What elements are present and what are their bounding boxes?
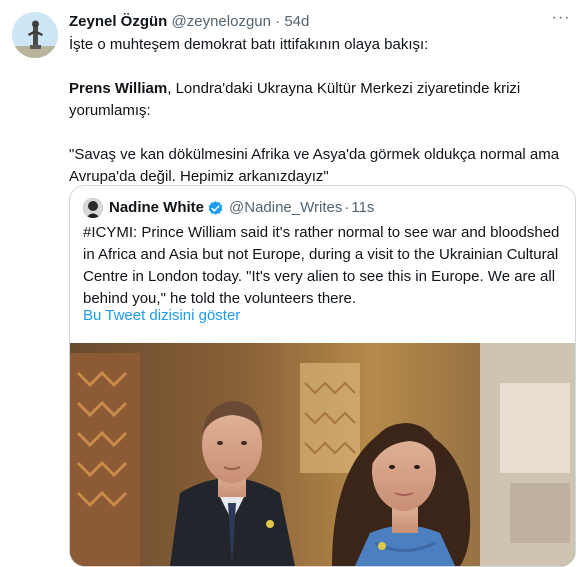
quoted-avatar-image [83,198,103,218]
tweet-line-2: Prens William, Londra'daki Ukrayna Kültü… [69,78,569,122]
tweet-text: İşte o muhteşem demokrat batı ittifakını… [69,34,569,188]
author-name[interactable]: Zeynel Özgün [69,13,167,30]
quoted-tweet[interactable]: Nadine White @Nadine_Writes · 11s #ICYMI… [69,185,576,567]
verified-badge-icon [208,200,223,215]
show-thread-link[interactable]: Bu Tweet dizisini göster [83,306,240,326]
tweet-header: Zeynel Özgün @zeynelozgun · 54d [69,12,309,32]
separator-dot: · [275,13,281,30]
photo-prince-william-and-kate [70,343,575,566]
tweet: Zeynel Özgün @zeynelozgun · 54d ··· İşte… [0,0,587,567]
tweet-line-1: İşte o muhteşem demokrat batı ittifakını… [69,36,429,53]
quoted-avatar[interactable] [83,198,103,218]
quoted-tweet-text: #ICYMI: Prince William said it's rather … [83,224,560,307]
quoted-author-name[interactable]: Nadine White [109,198,204,218]
quoted-separator-dot: · [344,199,350,216]
prince-william-bold: Prens William [69,80,168,97]
avatar[interactable] [12,12,58,58]
tweet-time[interactable]: 54d [284,13,309,30]
quoted-tweet-time[interactable]: 11s [351,198,374,218]
more-options-icon[interactable]: ··· [548,8,574,28]
author-handle[interactable]: @zeynelozgun [172,13,271,30]
avatar-statue-image [12,12,58,58]
quoted-author-handle[interactable]: @Nadine_Writes [229,198,342,218]
quoted-tweet-photo[interactable] [70,343,575,566]
quoted-tweet-header: Nadine White @Nadine_Writes · 11s [83,198,374,218]
tweet-line-3: "Savaş ve kan dökülmesini Afrika ve Asya… [69,146,560,185]
